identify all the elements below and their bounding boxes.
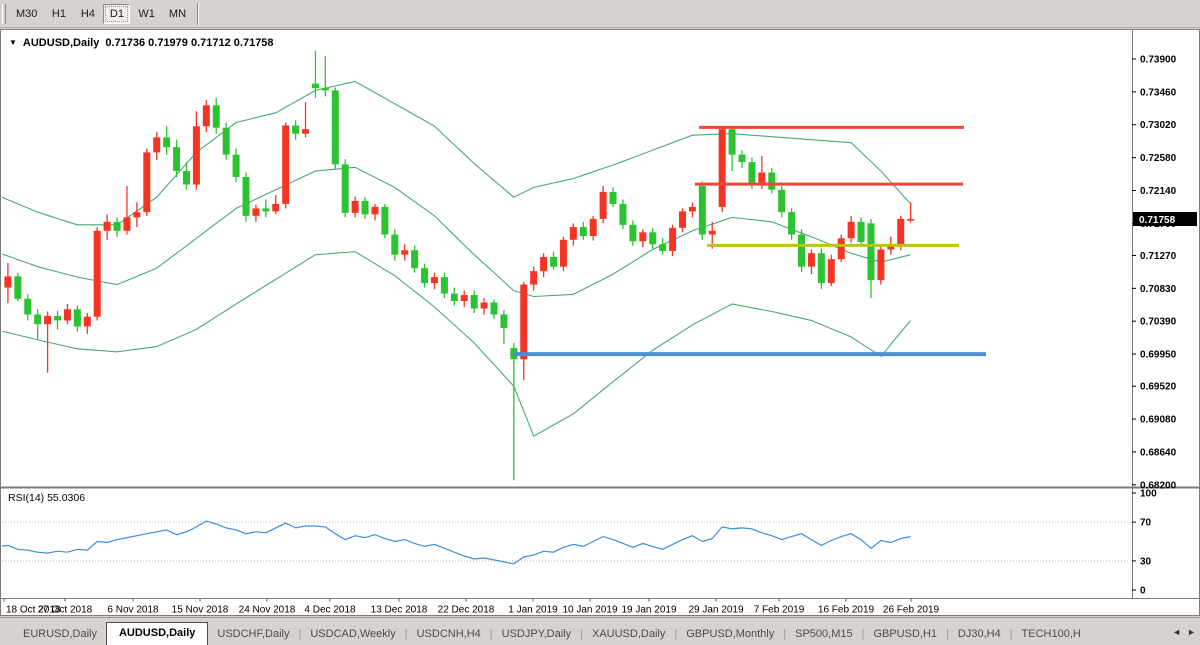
chart-tab-eurusd[interactable]: EURUSD,Daily: [14, 624, 106, 645]
tabbar-lead-space: [0, 623, 14, 645]
svg-text:4 Dec 2018: 4 Dec 2018: [304, 605, 356, 616]
chart-tab-usdcad[interactable]: USDCAD,Weekly: [301, 624, 404, 645]
svg-text:0.73460: 0.73460: [1140, 87, 1177, 98]
timeframe-button-m30[interactable]: M30: [10, 4, 43, 24]
main-plot-area[interactable]: [1, 51, 986, 481]
chart-ohlc-values: 0.71736 0.71979 0.71712 0.71758: [105, 37, 273, 49]
timeframe-button-h4[interactable]: H4: [74, 4, 101, 24]
toolbar-grip[interactable]: [2, 4, 6, 24]
svg-text:30: 30: [1140, 556, 1152, 567]
svg-text:0.68640: 0.68640: [1140, 447, 1177, 458]
candlestick-series: [1, 51, 914, 481]
svg-text:6 Nov 2018: 6 Nov 2018: [107, 605, 159, 616]
timeframe-button-h1[interactable]: H1: [45, 4, 72, 24]
svg-text:0.70390: 0.70390: [1140, 317, 1177, 328]
svg-text:0.72580: 0.72580: [1140, 153, 1177, 164]
svg-text:27 Oct 2018: 27 Oct 2018: [38, 605, 93, 616]
chart-tab-usdcnh[interactable]: USDCNH,H4: [408, 624, 490, 645]
timeframe-button-w1[interactable]: W1: [132, 4, 161, 24]
chart-title: AUDUSD,Daily: [23, 37, 99, 49]
svg-text:0.71270: 0.71270: [1140, 251, 1177, 262]
svg-text:26 Feb 2019: 26 Feb 2019: [883, 605, 940, 616]
svg-text:0.69950: 0.69950: [1140, 350, 1177, 361]
svg-text:22 Dec 2018: 22 Dec 2018: [438, 605, 495, 616]
rsi-panel[interactable]: RSI(14) 55.0306 100 70 30 0: [1, 489, 1157, 597]
svg-text:100: 100: [1140, 489, 1157, 500]
svg-text:10 Jan 2019: 10 Jan 2019: [562, 605, 617, 616]
chart-tabbar: EURUSD,DailyAUDUSD,DailyUSDCHF,Daily|USD…: [0, 617, 1200, 645]
svg-text:24 Nov 2018: 24 Nov 2018: [239, 605, 296, 616]
chart-dropdown-icon[interactable]: ▼: [9, 38, 17, 47]
svg-text:19 Jan 2019: 19 Jan 2019: [621, 605, 676, 616]
timeframe-button-mn[interactable]: MN: [163, 4, 192, 24]
chart-tab-gbpusd[interactable]: GBPUSD,H1: [864, 624, 946, 645]
horizontal-lines: [513, 127, 986, 354]
svg-text:15 Nov 2018: 15 Nov 2018: [172, 605, 229, 616]
rsi-label: RSI(14) 55.0306: [8, 492, 85, 504]
tab-scroll-right-icon[interactable]: ►: [1187, 627, 1196, 637]
timeframe-button-d1[interactable]: D1: [103, 4, 130, 24]
svg-text:0.71758: 0.71758: [1139, 215, 1176, 226]
chart-tab-audusd[interactable]: AUDUSD,Daily: [106, 622, 208, 645]
chart-tab-gbpusd[interactable]: GBPUSD,Monthly: [677, 624, 783, 645]
chart-tab-usdjpy[interactable]: USDJPY,Daily: [493, 624, 581, 645]
chart-tab-xauusd[interactable]: XAUUSD,Daily: [583, 624, 674, 645]
svg-text:0.69520: 0.69520: [1140, 382, 1177, 393]
toolbar-separator: [197, 3, 199, 25]
timeframe-toolbar: M30H1H4D1W1MN: [0, 0, 1200, 28]
bollinger-bands: [1, 81, 911, 436]
svg-text:0.73020: 0.73020: [1140, 120, 1177, 131]
svg-text:0.72140: 0.72140: [1140, 186, 1177, 197]
chart-tab-sp500[interactable]: SP500,M15: [786, 624, 861, 645]
mt4-window: { "toolbar": { "buttons": [ { "label": "…: [0, 0, 1200, 645]
svg-text:29 Jan 2019: 29 Jan 2019: [688, 605, 743, 616]
current-price-badge: 0.71758: [1133, 212, 1197, 226]
chart-canvas[interactable]: 0.73900 0.73460 0.73020 0.72580 0.72140 0.717…: [1, 30, 1199, 615]
svg-text:0.73900: 0.73900: [1140, 55, 1177, 66]
time-axis[interactable]: 18 Oct 201827 Oct 20186 Nov 201815 Nov 2…: [4, 599, 940, 616]
chart-header: ▼ AUDUSD,Daily 0.71736 0.71979 0.71712 0…: [9, 37, 274, 49]
svg-text:0.69080: 0.69080: [1140, 415, 1177, 426]
chart-tab-dj30[interactable]: DJ30,H4: [949, 624, 1010, 645]
svg-text:7 Feb 2019: 7 Feb 2019: [754, 605, 805, 616]
svg-text:70: 70: [1140, 518, 1152, 529]
chart-frame: [1, 30, 1199, 599]
chart-tab-tech100[interactable]: TECH100,H: [1013, 624, 1090, 645]
chart-window: ▼ AUDUSD,Daily 0.71736 0.71979 0.71712 0…: [0, 29, 1200, 616]
svg-text:0.70830: 0.70830: [1140, 284, 1177, 295]
price-axis[interactable]: 0.73900 0.73460 0.73020 0.72580 0.72140 0.717…: [1132, 55, 1177, 492]
tab-scroll-left-icon[interactable]: ◄: [1172, 627, 1181, 637]
rsi-line: [1, 521, 911, 564]
svg-text:16 Feb 2019: 16 Feb 2019: [818, 605, 875, 616]
svg-text:0: 0: [1140, 586, 1146, 597]
svg-text:1 Jan 2019: 1 Jan 2019: [508, 605, 558, 616]
chart-tab-usdchf[interactable]: USDCHF,Daily: [208, 624, 298, 645]
svg-text:13 Dec 2018: 13 Dec 2018: [371, 605, 428, 616]
